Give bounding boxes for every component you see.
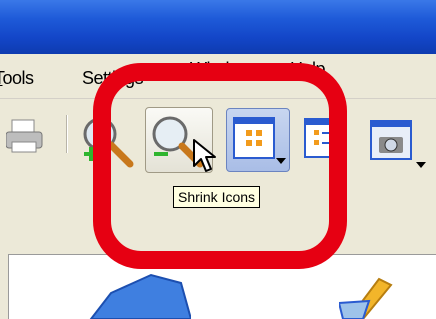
print-button[interactable] [5,116,46,161]
title-bar [0,0,436,54]
printer-icon [5,119,43,153]
highlight-annotation [93,63,347,269]
folder-icon [89,273,191,319]
menu-tools-label: Tools [0,68,34,88]
pencil-icon [339,277,393,319]
camera-icon [370,120,426,168]
toolbar-separator [66,115,68,153]
camera-button[interactable] [370,120,436,179]
menu-tools[interactable]: Tools [0,68,34,89]
